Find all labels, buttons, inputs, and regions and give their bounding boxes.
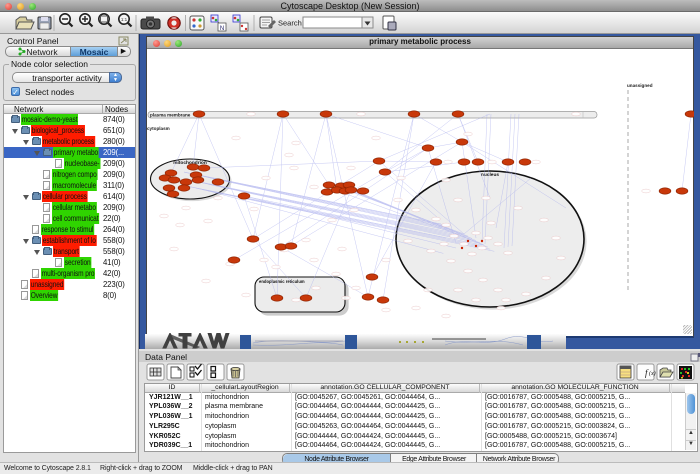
svg-text:N: N xyxy=(220,26,224,32)
svg-text:1:1: 1:1 xyxy=(121,17,128,22)
svg-text:unassigned: unassigned xyxy=(627,83,653,88)
svg-text:plasma membrane: plasma membrane xyxy=(150,113,191,118)
svg-text:Search:: Search: xyxy=(278,19,304,28)
svg-text:(x): (x) xyxy=(649,370,656,377)
svg-text:cytoplasm: cytoplasm xyxy=(147,126,170,131)
svg-text:endoplasmic reticulum: endoplasmic reticulum xyxy=(259,279,305,284)
svg-text:nucleus: nucleus xyxy=(481,172,499,178)
